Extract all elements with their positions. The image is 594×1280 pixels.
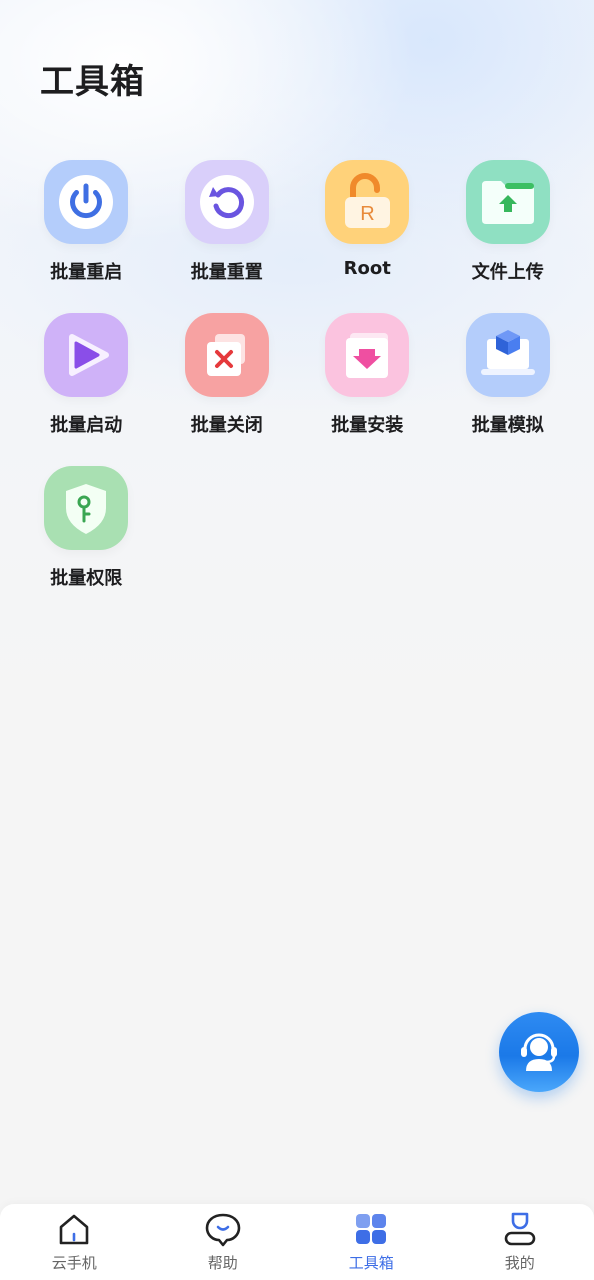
tool-label: 批量重启 <box>50 262 123 283</box>
cube-laptop-icon <box>465 313 550 397</box>
close-window-icon <box>184 313 269 397</box>
bottom-nav: 云手机 帮助 工具箱 我的 <box>0 1204 594 1280</box>
tool-batch-restart[interactable]: 批量重启 <box>16 160 157 313</box>
tool-file-upload[interactable]: 文件上传 <box>438 160 579 313</box>
tool-label: 批量权限 <box>50 568 123 589</box>
tool-batch-reset[interactable]: 批量重置 <box>157 160 298 313</box>
folder-upload-icon <box>465 160 550 244</box>
tool-grid: 批量重启 批量重置 R Root 文件上传 批量启动 批量关闭 批量安装 批量模… <box>16 160 578 619</box>
tool-label: Root <box>343 258 391 279</box>
unlock-icon: R <box>325 160 410 244</box>
tool-batch-start[interactable]: 批量启动 <box>16 313 157 466</box>
nav-item-cloud-phone[interactable]: 云手机 <box>0 1204 149 1280</box>
tool-batch-close[interactable]: 批量关闭 <box>157 313 298 466</box>
grid-icon <box>352 1210 390 1248</box>
tool-label: 批量启动 <box>50 415 123 436</box>
customer-service-icon <box>521 1033 557 1071</box>
reset-icon <box>184 160 269 244</box>
chat-bubble-icon <box>204 1210 242 1248</box>
tool-label: 批量安装 <box>331 415 404 436</box>
play-icon <box>44 313 129 397</box>
tool-label: 批量关闭 <box>190 415 263 436</box>
shield-key-icon <box>44 466 129 550</box>
tool-label: 批量重置 <box>190 262 263 283</box>
nav-label: 我的 <box>504 1254 535 1272</box>
nav-item-mine[interactable]: 我的 <box>446 1204 594 1280</box>
tool-label: 批量模拟 <box>471 415 544 436</box>
svg-text:R: R <box>361 203 375 225</box>
install-icon <box>325 313 410 397</box>
nav-label: 云手机 <box>51 1254 97 1272</box>
nav-label: 工具箱 <box>348 1254 394 1272</box>
customer-service-button[interactable] <box>499 1012 579 1092</box>
user-icon <box>501 1210 539 1248</box>
tool-batch-simulate[interactable]: 批量模拟 <box>438 313 579 466</box>
tool-root[interactable]: R Root <box>297 160 438 313</box>
nav-label: 帮助 <box>207 1254 238 1272</box>
power-icon <box>44 160 129 244</box>
home-icon <box>55 1210 93 1248</box>
tool-label: 文件上传 <box>471 262 544 283</box>
nav-item-help[interactable]: 帮助 <box>149 1204 298 1280</box>
nav-item-toolbox[interactable]: 工具箱 <box>297 1204 446 1280</box>
tool-batch-install[interactable]: 批量安装 <box>297 313 438 466</box>
page-title: 工具箱 <box>40 62 145 102</box>
tool-batch-permission[interactable]: 批量权限 <box>16 466 157 619</box>
